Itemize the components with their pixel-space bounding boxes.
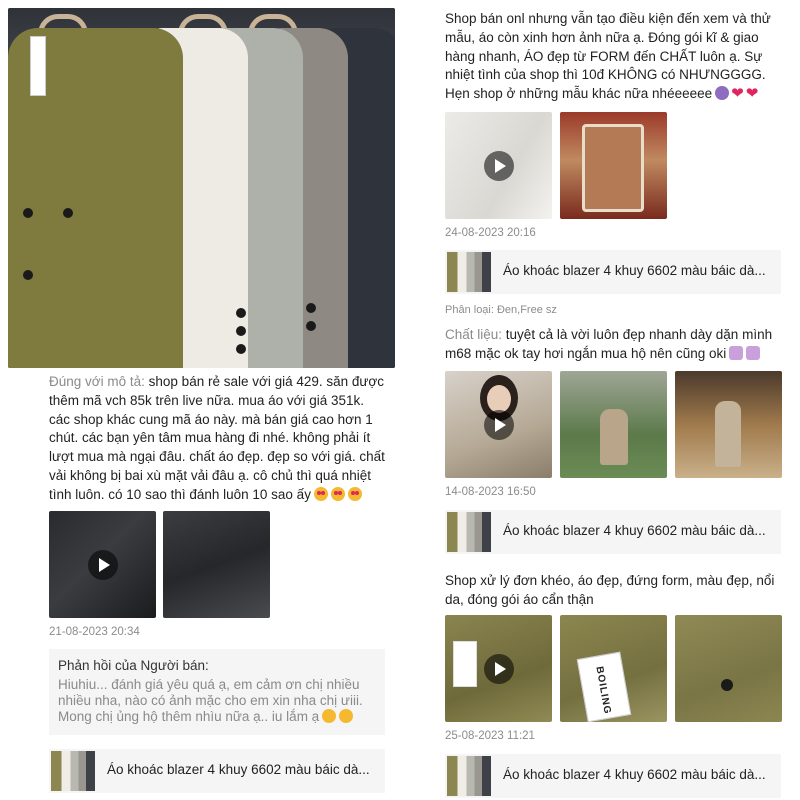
review-photo-main[interactable] <box>8 8 395 368</box>
product-thumbnail <box>51 751 95 791</box>
play-icon[interactable] <box>483 150 514 181</box>
product-name: Áo khoác blazer 4 khuy 6602 màu báic dà.… <box>107 762 370 777</box>
party-emoji-icon <box>729 345 744 360</box>
brand-tag-text: BOILING <box>593 665 613 716</box>
review-label: Đúng với mô tả: <box>49 374 145 389</box>
review-video-thumb-1[interactable] <box>49 511 156 618</box>
heart-eyes-emoji-icon <box>313 486 328 501</box>
review-date: 24-08-2023 20:16 <box>445 227 536 239</box>
review-comment: Shop xử lý đơn khéo, áo đẹp, đứng form, … <box>445 573 775 607</box>
review-photo-thumb-3[interactable] <box>675 371 782 478</box>
smiling-hearts-emoji-icon <box>322 709 337 723</box>
review-label: Chất liệu: <box>445 327 503 342</box>
left-review-panel: Đúng với mô tả: shop bán rẻ sale với giá… <box>0 0 400 800</box>
play-icon[interactable] <box>483 409 514 440</box>
play-icon[interactable] <box>87 549 118 580</box>
variant-classification: Phân loại: Đen,Free sz <box>445 304 557 316</box>
product-thumbnail <box>447 756 491 796</box>
review-comment: Shop bán onl nhưng vẫn tạo điều kiện đến… <box>445 11 771 103</box>
right-review-panel: Shop bán onl nhưng vẫn tạo điều kiện đến… <box>420 0 800 800</box>
review-photo-thumb-2[interactable] <box>163 511 270 618</box>
review-video-thumb-1[interactable] <box>445 615 552 722</box>
heart-eyes-emoji-icon <box>330 486 345 501</box>
product-link[interactable]: Áo khoác blazer 4 khuy 6602 màu báic dà.… <box>49 749 385 793</box>
review-comment: Chất liệu: tuyệt cả là vời luôn đẹp nhan… <box>445 327 773 361</box>
review-photo-thumb-2[interactable] <box>560 371 667 478</box>
heart-icon: ❤ <box>731 85 744 103</box>
person-emoji-icon <box>715 86 730 101</box>
review-comment: Đúng với mô tả: shop bán rẻ sale với giá… <box>49 374 385 502</box>
review-photo-thumb-2[interactable]: BOILING <box>560 615 667 722</box>
review-photo-thumb-2[interactable] <box>560 112 667 219</box>
seller-reply-box: Phản hồi của Người bán: Hiuhiu... đánh g… <box>49 649 385 735</box>
heart-eyes-emoji-icon <box>347 486 362 501</box>
review-date: 14-08-2023 16:50 <box>445 486 536 498</box>
product-link[interactable]: Áo khoác blazer 4 khuy 6602 màu báic dà.… <box>445 754 781 798</box>
party-emoji-icon <box>746 345 761 360</box>
heart-icon: ❤ <box>745 85 759 103</box>
play-icon[interactable] <box>483 653 514 684</box>
smiling-hearts-emoji-icon <box>339 709 354 723</box>
product-name: Áo khoác blazer 4 khuy 6602 màu báic dà.… <box>503 767 766 782</box>
product-thumbnail <box>447 512 491 552</box>
product-link[interactable]: Áo khoác blazer 4 khuy 6602 màu báic dà.… <box>445 250 781 294</box>
review-photo-thumb-3[interactable] <box>675 615 782 722</box>
product-name: Áo khoác blazer 4 khuy 6602 màu báic dà.… <box>503 523 766 538</box>
review-video-thumb-1[interactable] <box>445 371 552 478</box>
seller-reply-text: Hiuhiu... đánh giá yêu quá ạ, em cảm ơn … <box>58 677 363 724</box>
review-date: 25-08-2023 11:21 <box>445 730 535 742</box>
product-thumbnail <box>447 252 491 292</box>
product-link[interactable]: Áo khoác blazer 4 khuy 6602 màu báic dà.… <box>445 510 781 554</box>
review-date: 21-08-2023 20:34 <box>49 626 140 638</box>
review-video-thumb-1[interactable] <box>445 112 552 219</box>
seller-reply-heading: Phản hồi của Người bán: <box>58 658 209 673</box>
product-name: Áo khoác blazer 4 khuy 6602 màu báic dà.… <box>503 263 766 278</box>
